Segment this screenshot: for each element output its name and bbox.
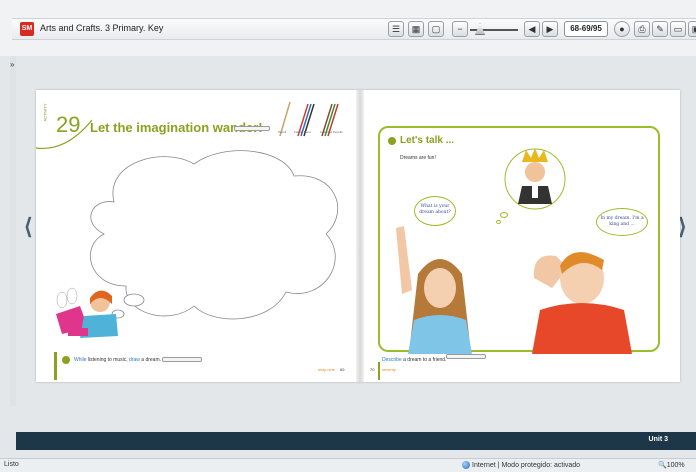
edit-icon[interactable]: ✎ <box>652 21 668 37</box>
display-icon[interactable]: ▭ <box>670 21 686 37</box>
right-footer-instruction: Describe a dream to a friend. <box>382 357 447 363</box>
unit-navigation-bar: Unit 3 <box>16 432 696 450</box>
zoom-out-icon[interactable]: − <box>452 21 468 37</box>
activity-number: 29 <box>56 112 81 137</box>
previous-spread-arrow-icon[interactable]: ⟨ <box>24 214 33 240</box>
left-footer-instruction: While listening to music, draw a dream. <box>74 357 162 363</box>
tool-label-pencil: Pencil <box>278 130 287 134</box>
talk-subtitle: Dreams are fun! <box>400 155 436 161</box>
right-audio-player-bar[interactable] <box>446 354 486 359</box>
next-page-button[interactable]: ▶ <box>542 21 558 37</box>
prev-page-button[interactable]: ◀ <box>524 21 540 37</box>
unit-label[interactable]: Unit 3 <box>649 436 668 443</box>
thought-dot <box>496 220 501 224</box>
print-icon[interactable]: ⎙ <box>634 21 650 37</box>
right-footer-bar <box>378 362 380 380</box>
tool-label-felt-tip: Felt-tip Pens <box>294 130 311 134</box>
talk-title: Let's talk ... <box>400 135 455 146</box>
page-number-field[interactable]: 68-69/95 <box>564 21 608 37</box>
left-page-name: sixty-nine <box>318 367 335 372</box>
index-icon[interactable]: ☰ <box>388 21 404 37</box>
dreaming-girl-illustration <box>56 287 118 338</box>
audio-player-bar[interactable] <box>234 126 270 131</box>
left-page-number: 69 <box>340 367 345 372</box>
left-audio-player-bar[interactable] <box>162 357 202 362</box>
tool-label-coloured-pencils: Coloured Pencils <box>320 130 343 134</box>
toolbar-strip: SM Arts and Crafts. 3 Primary. Key ☰ ▦ ▢… <box>12 18 696 40</box>
thumbnails-icon[interactable]: ▦ <box>408 21 424 37</box>
save-icon[interactable]: ▣ <box>688 21 696 37</box>
activity-label: ACTIVITY <box>42 103 48 122</box>
window-title: Arts and Crafts. 3 Primary. Key <box>40 23 164 33</box>
expand-panel-icon[interactable]: » <box>10 60 18 72</box>
go-icon[interactable]: ● <box>614 21 630 37</box>
book-gutter <box>356 90 364 382</box>
zoom-level[interactable]: 🔍100% <box>658 461 685 469</box>
girl-speech-bubble: What is your dream about? <box>414 196 456 226</box>
talk-bullet-icon <box>388 137 396 145</box>
page-icon[interactable]: ▢ <box>428 21 444 37</box>
app-logo: SM <box>20 22 34 36</box>
side-panel-strip <box>10 56 16 406</box>
left-footer-bar <box>54 352 57 380</box>
status-text: Listo <box>4 461 19 468</box>
king-boy-thought-illustration <box>504 148 566 210</box>
art-tools-illustration <box>279 101 339 137</box>
lets-talk-panel: Let's talk ... Dreams are fun! What is y… <box>378 126 660 354</box>
right-page-name: seventy <box>382 367 396 372</box>
right-page-number: 70 <box>370 367 375 372</box>
internet-globe-icon <box>462 461 470 469</box>
app-toolbar: SM Arts and Crafts. 3 Primary. Key ☰ ▦ ▢… <box>0 0 696 56</box>
pointing-girl-photo <box>396 226 472 354</box>
footer-bullet-icon <box>62 356 70 364</box>
book-spread: ACTIVITY 29 Let the imagination wander! … <box>36 90 680 382</box>
thought-dot <box>500 212 508 218</box>
browser-status-bar: Listo Internet | Modo protegido: activad… <box>0 458 696 472</box>
security-zone: Internet | Modo protegido: activado <box>462 461 580 469</box>
thinking-boy-photo <box>532 252 632 354</box>
security-zone-text: Internet | Modo protegido: activado <box>472 461 581 469</box>
